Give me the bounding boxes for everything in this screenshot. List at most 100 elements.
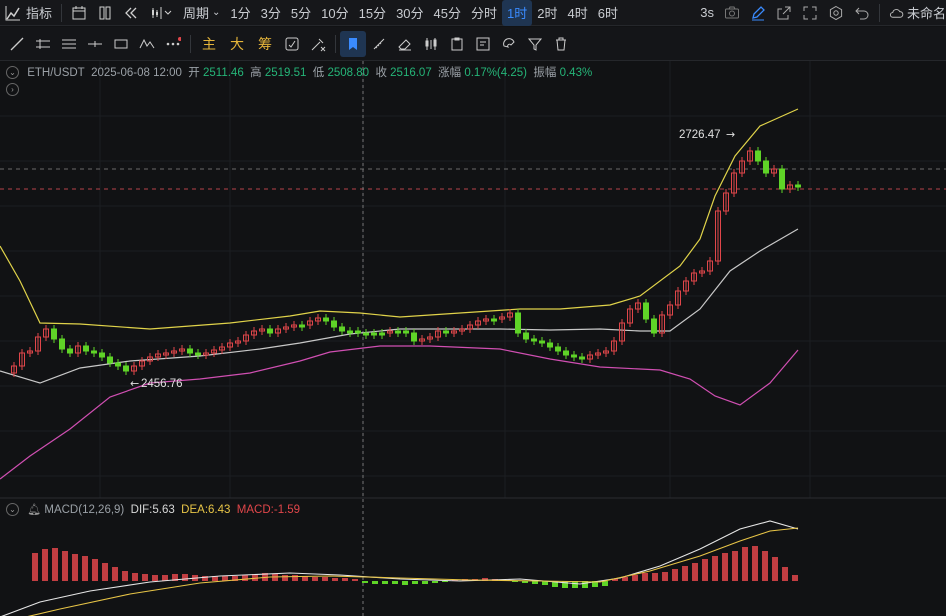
macd-histogram-bar bbox=[432, 581, 438, 583]
macd-histogram-bar bbox=[362, 581, 368, 583]
compare-icon[interactable] bbox=[418, 31, 444, 57]
chevron-right-icon: › bbox=[6, 83, 19, 96]
trend-line-icon[interactable] bbox=[4, 31, 30, 57]
candle-body bbox=[59, 338, 65, 350]
interval-5m[interactable]: 5分 bbox=[286, 0, 316, 26]
rectangle-icon[interactable] bbox=[108, 31, 134, 57]
bookmark-icon[interactable] bbox=[340, 30, 366, 57]
settings-icon[interactable] bbox=[823, 0, 849, 26]
macd-info: ⌄ 🔔︎ MACD(12,26,9) DIF:5.63 DEA:6.43 MAC… bbox=[6, 503, 301, 517]
macd-histogram-bar bbox=[712, 556, 718, 581]
ruler-icon[interactable] bbox=[366, 31, 392, 57]
fullscreen-icon[interactable] bbox=[797, 0, 823, 26]
chips-button[interactable]: 筹 bbox=[251, 34, 279, 54]
candle-body bbox=[299, 324, 305, 328]
divider bbox=[335, 34, 336, 53]
min-price-label: 2456.76 bbox=[141, 378, 183, 390]
candle-body bbox=[123, 365, 129, 372]
dif-line bbox=[1, 520, 799, 616]
replay-icon[interactable] bbox=[118, 0, 144, 26]
candle-type-icon[interactable] bbox=[144, 0, 178, 26]
interval-15m[interactable]: 15分 bbox=[354, 0, 391, 26]
horizontal-line-icon[interactable] bbox=[82, 31, 108, 57]
magnet-icon[interactable] bbox=[496, 31, 522, 57]
macd-histogram-bar bbox=[752, 546, 758, 581]
bar-datetime: 2025-06-08 12:00 bbox=[91, 67, 182, 79]
macd-histogram-bar bbox=[82, 556, 88, 581]
fib-icon[interactable] bbox=[134, 31, 160, 57]
collapse-icon[interactable]: ⌄ bbox=[6, 503, 19, 517]
expand-indicators[interactable]: › bbox=[6, 83, 24, 96]
candle-body bbox=[491, 318, 497, 322]
period-dropdown[interactable]: 周期 ⌄ bbox=[178, 0, 225, 26]
bell-icon[interactable]: 🔔︎ bbox=[27, 504, 41, 516]
interval-30m[interactable]: 30分 bbox=[391, 0, 428, 26]
interval-timeline[interactable]: 分时 bbox=[466, 0, 502, 26]
macd-histogram-bar bbox=[332, 578, 338, 581]
open-label: 开 bbox=[188, 67, 200, 79]
low-label: 低 bbox=[312, 67, 325, 79]
macd-histogram-bar bbox=[322, 577, 328, 581]
max-price-label: 2726.47 bbox=[679, 129, 721, 141]
candle-body bbox=[51, 328, 57, 340]
candle-body bbox=[83, 345, 89, 352]
candles bbox=[11, 147, 801, 377]
horizontal-ray-icon[interactable] bbox=[30, 31, 56, 57]
macd-histogram-bar bbox=[762, 551, 768, 581]
large-order-button[interactable]: 大 bbox=[223, 34, 251, 54]
interval-4h[interactable]: 4时 bbox=[562, 0, 592, 26]
divider bbox=[190, 34, 191, 53]
candle-body bbox=[763, 160, 769, 174]
popout-icon[interactable] bbox=[771, 0, 797, 26]
edit-note-icon[interactable] bbox=[470, 31, 496, 57]
filter-icon[interactable] bbox=[522, 31, 548, 57]
clipboard-icon[interactable] bbox=[444, 31, 470, 57]
pen-icon[interactable] bbox=[745, 0, 771, 26]
candle-body bbox=[555, 346, 561, 352]
macd-histogram-bar bbox=[412, 581, 418, 584]
price-chart[interactable]: 2726.47 → ← 2456.76 bbox=[0, 61, 946, 616]
layout-name: 未命名 bbox=[906, 6, 946, 21]
candle-body bbox=[67, 348, 73, 354]
macd-pane bbox=[1, 520, 799, 616]
layout-name-button[interactable]: 未命名 bbox=[884, 0, 946, 26]
macd-histogram-bar bbox=[632, 575, 638, 581]
indicators-button[interactable]: 指标 bbox=[26, 0, 57, 26]
macd-histogram-bar bbox=[722, 553, 728, 581]
interval-1h[interactable]: 1时 bbox=[502, 0, 533, 26]
calendar-icon[interactable] bbox=[66, 0, 92, 26]
camera-icon[interactable] bbox=[719, 0, 745, 26]
arrow-left-icon: ← bbox=[130, 377, 139, 390]
interval-6h[interactable]: 6时 bbox=[593, 0, 623, 26]
divider bbox=[61, 3, 63, 22]
layout-icon[interactable] bbox=[92, 0, 118, 26]
candle-body bbox=[531, 338, 537, 342]
macd-histogram-bar bbox=[742, 547, 748, 581]
hide-drawings-icon[interactable] bbox=[305, 31, 331, 57]
parallel-lines-icon[interactable] bbox=[56, 31, 82, 57]
macd-histogram-bar bbox=[352, 579, 358, 581]
main-indicator-button[interactable]: 主 bbox=[195, 34, 223, 54]
candle-body bbox=[323, 317, 329, 322]
undo-icon[interactable] bbox=[849, 0, 875, 26]
chevron-down-icon: ⌄ bbox=[212, 7, 221, 18]
macd-histogram-bar bbox=[642, 573, 648, 581]
interval-2h[interactable]: 2时 bbox=[532, 0, 562, 26]
macd-histogram-bar bbox=[782, 567, 788, 581]
sync-icon[interactable] bbox=[279, 31, 305, 57]
more-tools-icon[interactable] bbox=[160, 31, 186, 57]
refresh-countdown[interactable]: 3s bbox=[695, 0, 719, 26]
chart-icon[interactable] bbox=[0, 0, 26, 26]
interval-10m[interactable]: 10分 bbox=[316, 0, 353, 26]
interval-3m[interactable]: 3分 bbox=[256, 0, 286, 26]
interval-45m[interactable]: 45分 bbox=[429, 0, 466, 26]
eraser-icon[interactable] bbox=[392, 31, 418, 57]
interval-1m[interactable]: 1分 bbox=[225, 0, 255, 26]
macd-label: MACD: bbox=[236, 504, 274, 516]
macd-value: -1.59 bbox=[273, 504, 301, 516]
candle-body bbox=[643, 302, 649, 320]
candle-body bbox=[371, 332, 377, 336]
macd-histogram-bar bbox=[392, 581, 398, 584]
collapse-icon[interactable]: ⌄ bbox=[6, 66, 19, 80]
trash-icon[interactable] bbox=[548, 31, 574, 57]
